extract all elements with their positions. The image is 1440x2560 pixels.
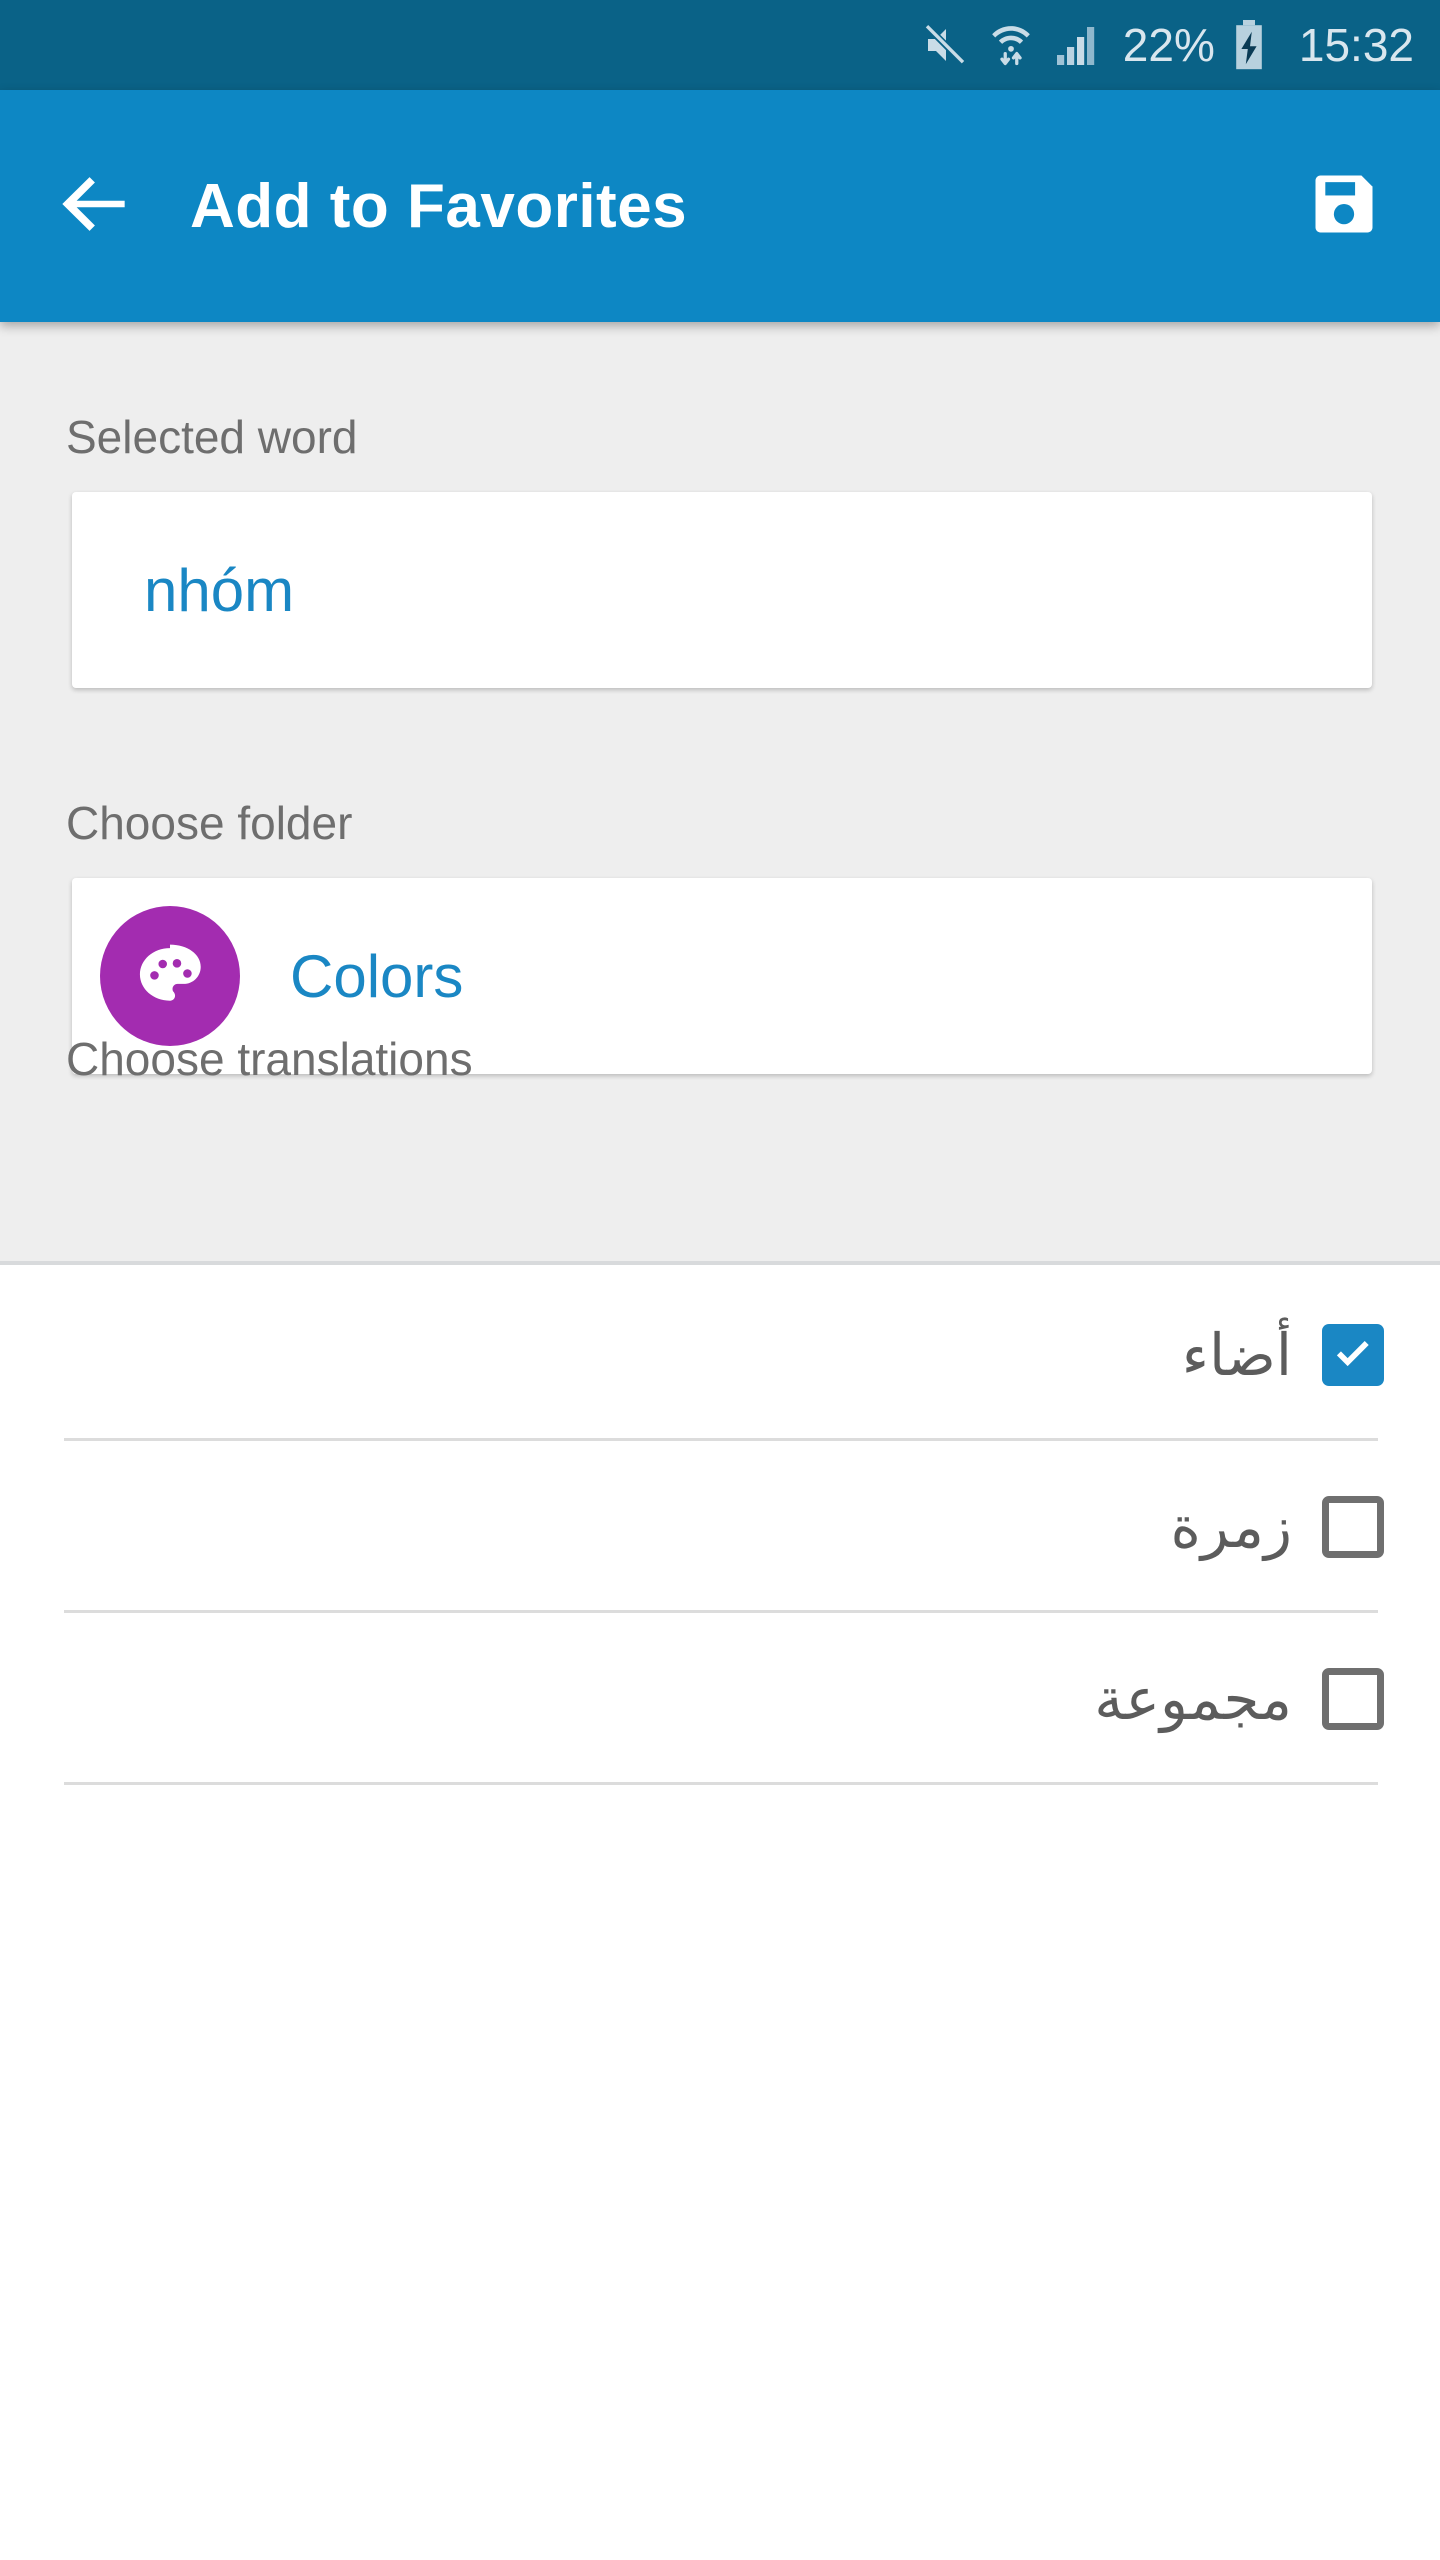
selected-word-value: nhóm [144, 556, 295, 624]
battery-percent-label: 22% [1122, 19, 1215, 71]
clock-label: 15:32 [1298, 19, 1414, 71]
form-section: Selected word nhóm Choose folder Colors … [0, 322, 1440, 1265]
translation-row[interactable]: أضاء [0, 1269, 1440, 1441]
page-title: Add to Favorites [190, 171, 688, 241]
palette-icon [100, 906, 240, 1046]
translation-checkbox[interactable] [1322, 1324, 1384, 1386]
selected-word-card[interactable]: nhóm [72, 492, 1372, 688]
save-button[interactable] [1296, 158, 1392, 254]
translation-checkbox[interactable] [1322, 1668, 1384, 1730]
signal-icon [1053, 21, 1101, 69]
status-bar-icons: 22% 15:32 [921, 18, 1414, 72]
translation-label: مجموعة [1094, 1667, 1292, 1732]
back-arrow-icon [53, 161, 139, 252]
app-bar: Add to Favorites [0, 90, 1440, 322]
wifi-icon [987, 20, 1035, 70]
mute-icon [921, 21, 969, 69]
translation-label: زمرة [1170, 1495, 1292, 1560]
translation-checkbox[interactable] [1322, 1496, 1384, 1558]
save-floppy-icon [1306, 166, 1382, 247]
folder-name-label: Colors [290, 942, 464, 1010]
back-button[interactable] [48, 158, 144, 254]
translation-row[interactable]: زمرة [0, 1441, 1440, 1613]
translations-list: أضاء زمرة مجموعة [0, 1269, 1440, 1785]
selected-word-label: Selected word [66, 411, 358, 463]
translation-row[interactable]: مجموعة [0, 1613, 1440, 1785]
battery-charging-icon [1233, 19, 1265, 71]
choose-folder-label: Choose folder [66, 797, 353, 849]
status-bar: 22% 15:32 [0, 0, 1440, 90]
translation-label: أضاء [1181, 1323, 1292, 1388]
choose-translations-label: Choose translations [66, 1033, 473, 1085]
